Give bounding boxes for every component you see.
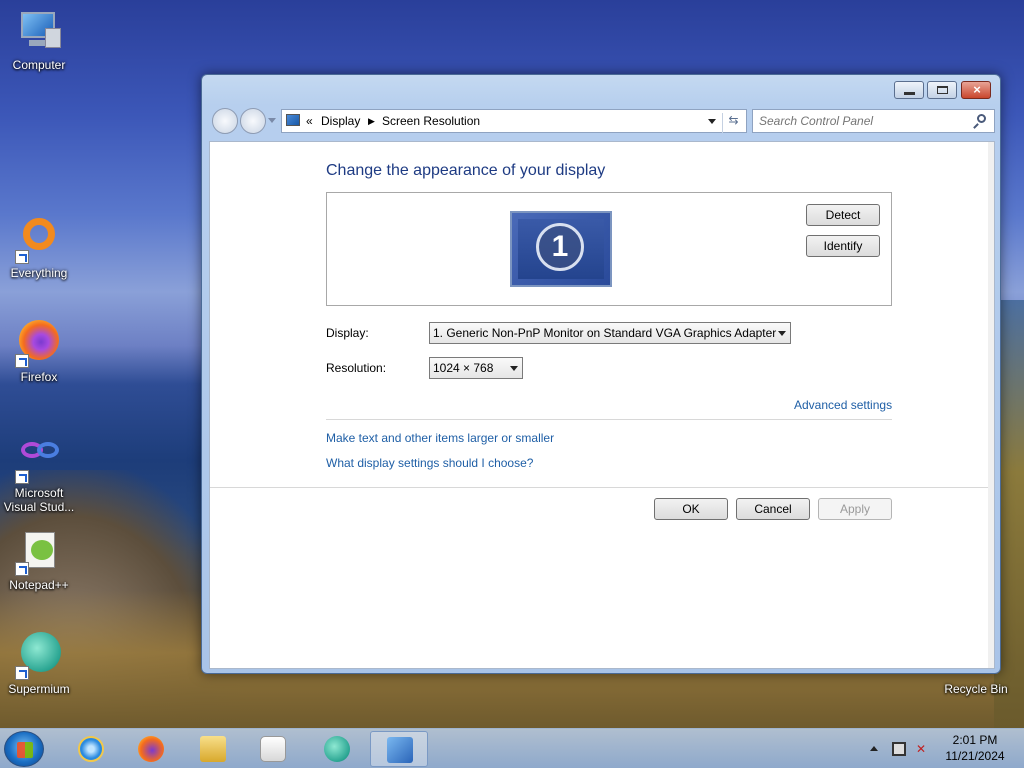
back-button[interactable] (212, 108, 238, 134)
display-select[interactable]: 1. Generic Non-PnP Monitor on Standard V… (429, 322, 791, 344)
visual-studio-icon (15, 436, 63, 484)
folder-icon (200, 736, 226, 762)
content-pane: Change the appearance of your display 1 … (209, 141, 995, 669)
windows-logo-icon (17, 742, 33, 758)
taskbar: ✕ 2:01 PM 11/21/2024 (0, 728, 1024, 768)
close-button[interactable]: × (961, 81, 991, 99)
display-settings-icon (387, 737, 413, 763)
resolution-select-value: 1024 × 768 (433, 361, 494, 375)
taskbar-ie[interactable] (66, 731, 114, 767)
volume-muted-icon[interactable]: ✕ (916, 742, 930, 756)
desktop-icon-label: Firefox (20, 370, 58, 384)
taskbar-media-player[interactable] (248, 731, 296, 767)
supermium-icon (324, 736, 350, 762)
notepadpp-icon (15, 528, 63, 576)
breadcrumb-separator-icon[interactable]: ▶ (368, 116, 375, 127)
navigation-bar: « Display ▶ Screen Resolution ⇆ (210, 107, 995, 135)
desktop-icon-notepadpp[interactable]: Notepad++ (2, 528, 76, 592)
desktop-icon-everything[interactable]: Everything (2, 216, 76, 280)
search-icon-handle (973, 123, 979, 129)
minimize-icon (904, 92, 915, 95)
chevron-down-icon (778, 331, 786, 336)
taskbar-supermium[interactable] (312, 731, 360, 767)
resolution-select[interactable]: 1024 × 768 (429, 357, 523, 379)
desktop-icon-visual-studio[interactable]: Microsoft Visual Stud... (2, 436, 76, 514)
desktop-icon-supermium[interactable]: Supermium (2, 632, 76, 696)
search-box[interactable] (752, 109, 995, 133)
divider (326, 419, 892, 420)
resolution-label: Resolution: (326, 361, 387, 375)
clock-date: 11/21/2024 (945, 749, 1005, 763)
divider (210, 487, 988, 488)
display-label: Display: (326, 326, 369, 340)
supermium-icon (15, 632, 63, 680)
forward-button[interactable] (240, 108, 266, 134)
display-settings-help-link[interactable]: What display settings should I choose? (326, 456, 533, 470)
apply-button[interactable]: Apply (818, 498, 892, 520)
refresh-icon[interactable]: ⇆ (722, 113, 744, 133)
scrollbar[interactable] (988, 142, 994, 668)
page-title: Change the appearance of your display (326, 162, 606, 179)
search-icon[interactable] (977, 114, 986, 123)
monitor-number: 1 (536, 223, 584, 271)
address-dropdown-icon[interactable] (708, 119, 716, 124)
screen-resolution-window: × « Display ▶ Screen Resolution ⇆ Change… (201, 74, 1001, 674)
cancel-button[interactable]: Cancel (736, 498, 810, 520)
desktop-icon-label: Recycle Bin (944, 682, 1008, 696)
desktop-icon-label: Everything (10, 266, 68, 280)
breadcrumb-screen-resolution[interactable]: Screen Resolution (382, 114, 480, 128)
breadcrumb-display[interactable]: Display (321, 114, 360, 128)
advanced-settings-link[interactable]: Advanced settings (794, 398, 892, 412)
desktop-icon-recycle-bin[interactable]: Recycle Bin (936, 682, 1016, 696)
desktop-icon-label: Computer (12, 58, 66, 72)
clock-time: 2:01 PM (952, 733, 998, 747)
taskbar-explorer[interactable] (188, 731, 236, 767)
display-select-value: 1. Generic Non-PnP Monitor on Standard V… (433, 326, 777, 340)
identify-button[interactable]: Identify (806, 235, 880, 257)
detect-button[interactable]: Detect (806, 204, 880, 226)
everything-icon (15, 216, 63, 264)
system-clock[interactable]: 2:01 PM 11/21/2024 (938, 732, 1012, 764)
desktop-icon-label: Notepad++ (9, 578, 69, 592)
monitor-preview-box: 1 Detect Identify (326, 192, 892, 306)
close-icon: × (973, 82, 981, 97)
search-input[interactable] (759, 113, 969, 129)
desktop-icon-computer[interactable]: Computer (2, 8, 76, 72)
taskbar-firefox[interactable] (126, 731, 174, 767)
computer-icon (15, 8, 63, 56)
minimize-button[interactable] (894, 81, 924, 99)
chevron-down-icon (510, 366, 518, 371)
address-bar[interactable]: « Display ▶ Screen Resolution ⇆ (281, 109, 747, 133)
desktop-icon-label: Supermium (8, 682, 70, 696)
internet-explorer-icon (78, 736, 104, 762)
firefox-icon (138, 736, 164, 762)
taskbar-screen-resolution[interactable] (370, 731, 428, 767)
desktop-icon-firefox[interactable]: Firefox (2, 320, 76, 384)
text-size-link[interactable]: Make text and other items larger or smal… (326, 431, 554, 445)
restore-icon (937, 86, 948, 94)
media-player-icon (260, 736, 286, 762)
desktop-icon-label: Microsoft Visual Stud... (3, 486, 75, 514)
network-icon[interactable] (892, 742, 906, 756)
ok-button[interactable]: OK (654, 498, 728, 520)
monitor-1-tile[interactable]: 1 (510, 211, 612, 287)
restore-button[interactable] (927, 81, 957, 99)
start-button[interactable] (4, 731, 44, 767)
recent-pages-chevron-icon[interactable] (268, 118, 276, 123)
control-panel-icon (286, 114, 300, 126)
firefox-icon (15, 320, 63, 368)
show-hidden-icons-chevron-icon[interactable] (870, 746, 878, 751)
breadcrumb-overflow[interactable]: « (306, 114, 313, 128)
